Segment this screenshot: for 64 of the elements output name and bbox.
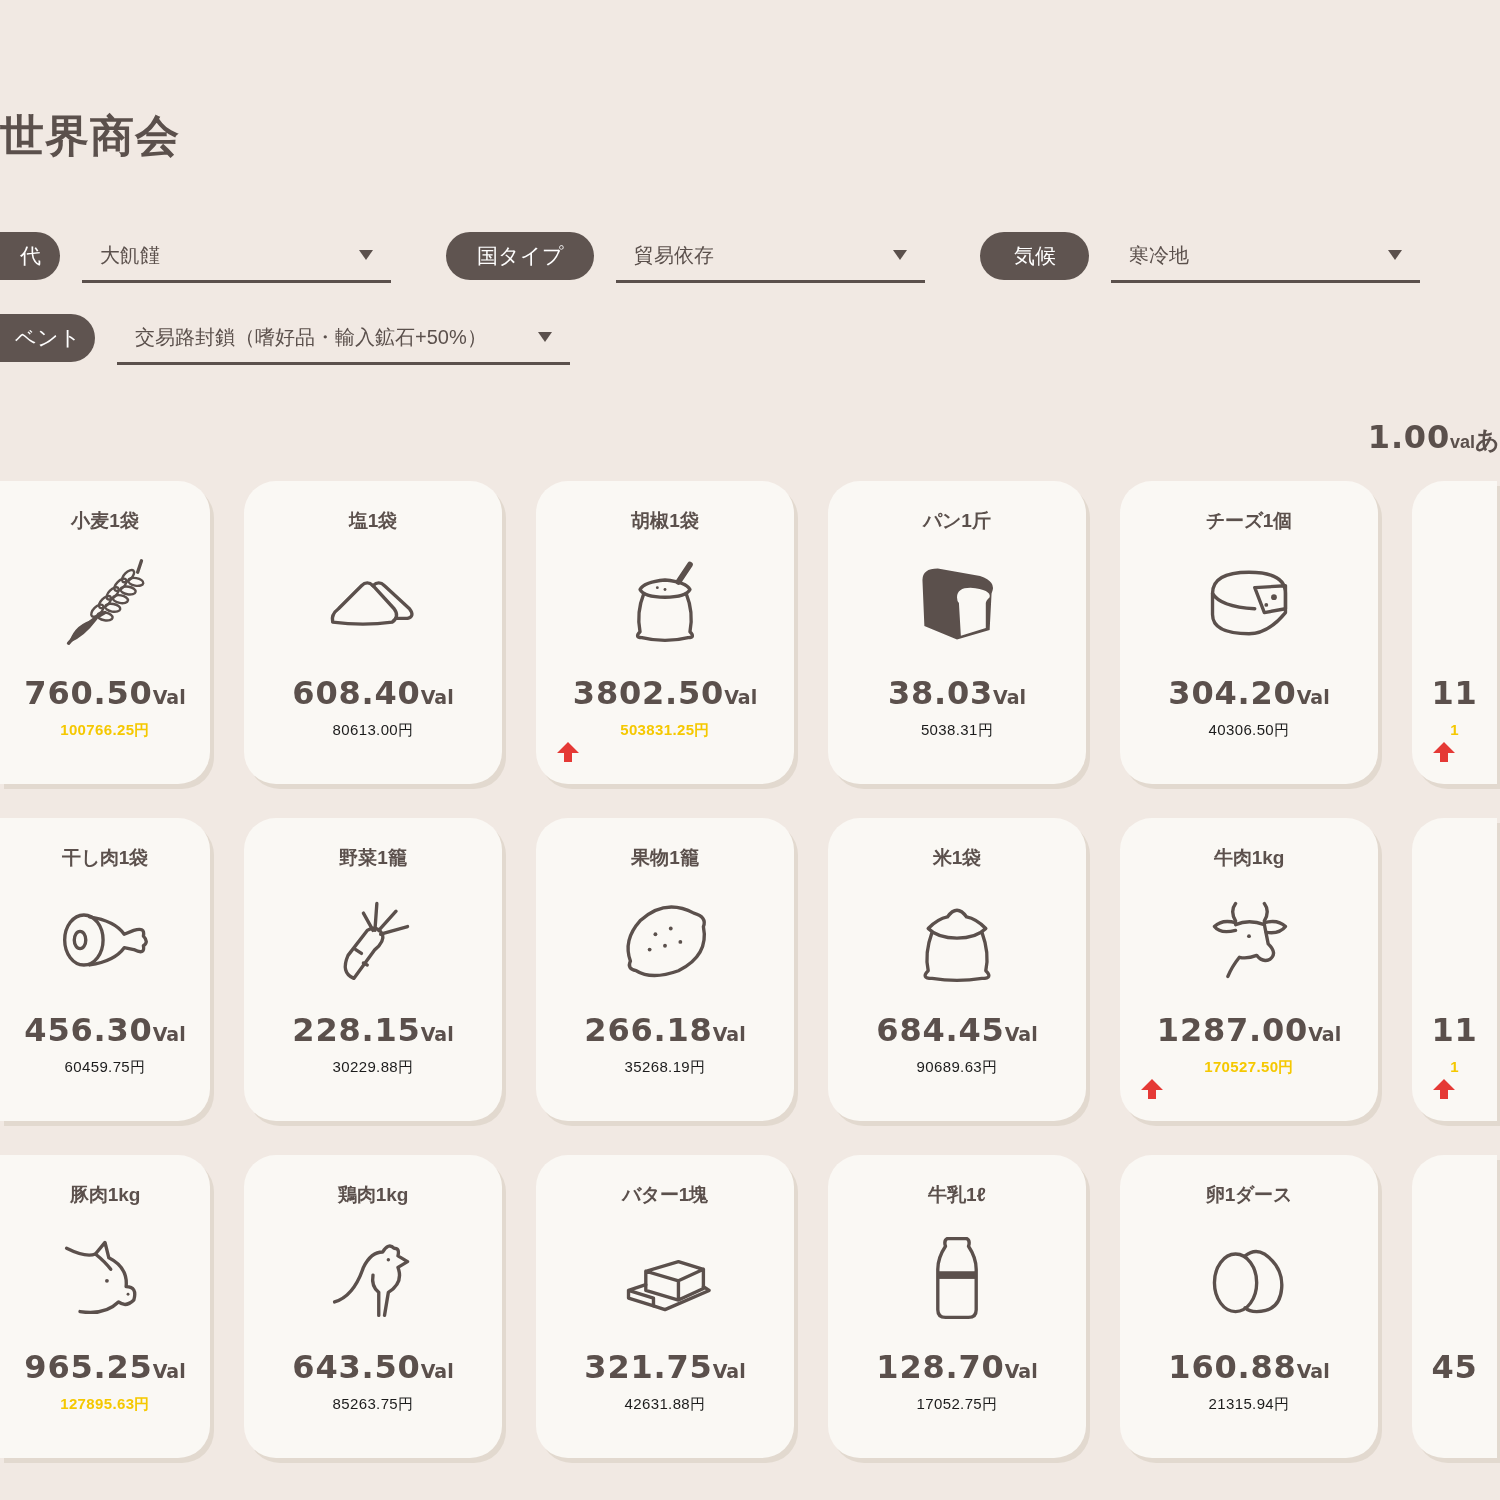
filter-label: ベント	[0, 314, 95, 362]
item-name: 鶏肉1kg	[337, 1184, 409, 1205]
filter-label: 気候	[980, 232, 1089, 280]
item-price: 760.50Val	[24, 677, 186, 709]
page-title: 世界商会	[0, 110, 182, 162]
caret-icon	[538, 331, 552, 342]
item-price: 643.50Val	[292, 1351, 454, 1383]
yen-price: 17052.75円	[916, 1394, 998, 1414]
item-price: 304.20Val	[1168, 677, 1330, 709]
item-name: 米1袋	[932, 847, 982, 868]
filter-label: 国タイプ	[446, 232, 594, 280]
yen-price: 90689.63円	[916, 1057, 998, 1077]
item-name: 卵1ダース	[1205, 1184, 1293, 1205]
item-name: 野菜1籠	[339, 847, 407, 868]
item-name: 胡椒1袋	[631, 510, 699, 531]
exchange-rate: 1.00valあ	[1367, 421, 1500, 453]
item-name: 牛乳1ℓ	[928, 1184, 986, 1205]
item-name: パン1斤	[923, 510, 991, 531]
item-price: 45	[1431, 1351, 1478, 1383]
item-price: 11	[1431, 1014, 1478, 1046]
yen-price: 40306.50円	[1208, 720, 1290, 740]
caret-icon	[1388, 249, 1402, 260]
yen-price: 30229.88円	[332, 1057, 414, 1077]
yen-price: 5038.31円	[920, 720, 994, 740]
item-name: 豚肉1kg	[69, 1184, 141, 1205]
caret-icon	[359, 249, 373, 260]
item-name: 干し肉1袋	[61, 847, 149, 868]
dropdown[interactable]: 貿易依存	[616, 229, 925, 283]
item-price: 38.03Val	[887, 677, 1027, 709]
yen-price: 127895.63円	[60, 1394, 150, 1414]
item-price: 228.15Val	[292, 1014, 454, 1046]
item-name: 果物1籠	[631, 847, 699, 868]
item-name: 小麦1袋	[71, 510, 139, 531]
item-name: バター1塊	[621, 1184, 709, 1205]
item-price: 128.70Val	[876, 1351, 1038, 1383]
item-price: 160.88Val	[1168, 1351, 1330, 1383]
item-price: 266.18Val	[584, 1014, 746, 1046]
item-price: 3802.50Val	[572, 677, 758, 709]
yen-price: 170527.50円	[1204, 1057, 1294, 1077]
yen-price: 503831.25円	[620, 720, 710, 740]
dropdown[interactable]: 交易路封鎖（嗜好品・輸入鉱石+50%）	[117, 311, 570, 365]
dropdown[interactable]: 大飢饉	[82, 229, 391, 283]
item-price: 11	[1431, 677, 1478, 709]
yen-price: 85263.75円	[332, 1394, 414, 1414]
item-price: 321.75Val	[584, 1351, 746, 1383]
item-name: チーズ1個	[1205, 510, 1293, 531]
yen-price: 35268.19円	[624, 1057, 706, 1077]
yen-price: 42631.88円	[624, 1394, 706, 1414]
yen-price: 100766.25円	[60, 720, 150, 740]
item-price: 456.30Val	[24, 1014, 186, 1046]
yen-price: 80613.00円	[332, 720, 414, 740]
item-name: 牛肉1kg	[1213, 847, 1285, 868]
dropdown[interactable]: 寒冷地	[1111, 229, 1420, 283]
item-price: 608.40Val	[292, 677, 454, 709]
item-price: 1287.00Val	[1156, 1014, 1342, 1046]
yen-price: 60459.75円	[64, 1057, 146, 1077]
item-name: 塩1袋	[348, 510, 398, 531]
filter-label: 代	[0, 232, 60, 280]
caret-icon	[893, 249, 907, 260]
yen-price: 21315.94円	[1208, 1394, 1290, 1414]
yen-price: 1	[1450, 720, 1459, 740]
item-price: 684.45Val	[876, 1014, 1038, 1046]
item-price: 965.25Val	[24, 1351, 186, 1383]
yen-price: 1	[1450, 1057, 1459, 1077]
